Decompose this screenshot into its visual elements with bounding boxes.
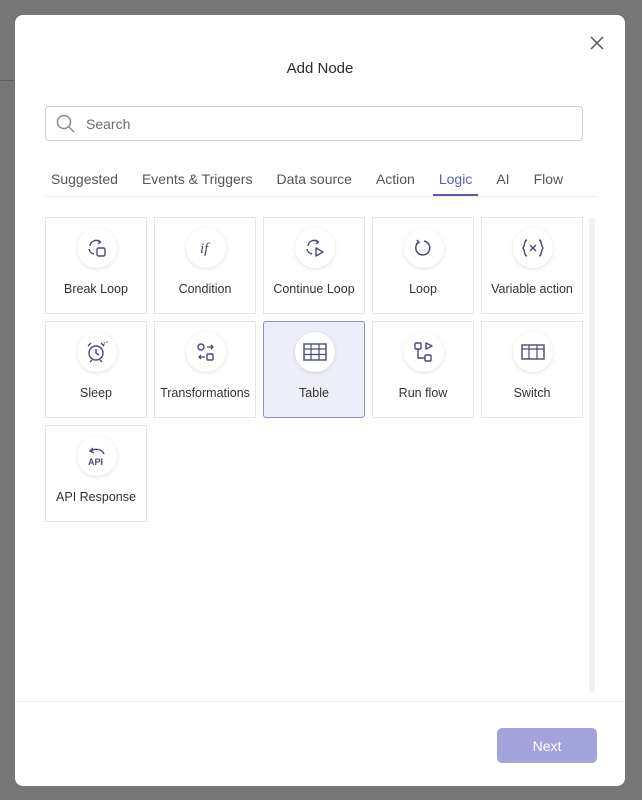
node-card-continue-loop[interactable]: Continue Loop <box>263 217 365 314</box>
close-icon <box>590 36 604 50</box>
condition-if-icon: if <box>200 241 210 257</box>
search-input[interactable] <box>86 115 582 132</box>
node-label: Table <box>299 386 329 400</box>
node-grid-scrollbar[interactable] <box>589 217 595 693</box>
table-icon <box>303 343 327 361</box>
tab-data-source[interactable]: Data source <box>270 171 357 195</box>
svg-text:z: z <box>106 340 108 344</box>
category-tabs: Suggested Events & Triggers Data source Act… <box>45 171 597 197</box>
node-label: API Response <box>56 490 136 504</box>
tab-logic[interactable]: Logic <box>432 171 479 196</box>
svg-text:if: if <box>200 241 210 257</box>
footer-divider <box>15 701 625 702</box>
tab-action[interactable]: Action <box>370 171 421 195</box>
node-card-loop[interactable]: Loop <box>372 217 474 314</box>
node-label: Transformations <box>160 386 250 400</box>
node-card-table[interactable]: Table <box>263 321 365 418</box>
modal-title: Add Node <box>286 60 354 77</box>
node-card-variable-action[interactable]: Variable action <box>481 217 583 314</box>
node-label: Sleep <box>80 386 112 400</box>
node-card-transformations[interactable]: Transformations <box>154 321 256 418</box>
search-icon <box>56 114 75 133</box>
loop-icon <box>415 239 431 256</box>
node-card-break-loop[interactable]: Break Loop <box>45 217 147 314</box>
node-label: Break Loop <box>64 282 128 296</box>
node-card-run-flow[interactable]: Run flow <box>372 321 474 418</box>
node-label: Switch <box>513 386 551 400</box>
node-label: Condition <box>178 282 232 296</box>
node-label: Variable action <box>491 282 573 296</box>
tab-events-triggers[interactable]: Events & Triggers <box>136 171 259 195</box>
node-card-api-response[interactable]: API API Response <box>45 425 147 522</box>
node-card-condition[interactable]: if Condition <box>154 217 256 314</box>
variable-icon <box>522 239 544 257</box>
backdrop-divider <box>0 80 14 81</box>
node-grid: Break Loop if Condition Continue Loop Lo… <box>45 217 597 703</box>
node-label: Continue Loop <box>273 282 355 296</box>
transformations-icon <box>197 343 214 361</box>
switch-icon <box>521 344 545 360</box>
node-card-switch[interactable]: Switch <box>481 321 583 418</box>
tab-flow[interactable]: Flow <box>528 171 570 195</box>
break-loop-icon <box>88 239 106 257</box>
close-button[interactable] <box>587 33 607 53</box>
search-box[interactable] <box>45 106 583 141</box>
node-label: Loop <box>409 282 437 296</box>
tab-suggested[interactable]: Suggested <box>45 171 124 195</box>
node-card-sleep[interactable]: z z Sleep <box>45 321 147 418</box>
alarm-clock-icon: z z <box>87 340 108 363</box>
api-response-icon: API <box>88 447 105 467</box>
run-flow-icon <box>414 342 433 362</box>
continue-loop-icon <box>306 239 324 257</box>
node-label: Run flow <box>398 386 448 400</box>
tab-ai[interactable]: AI <box>490 171 515 195</box>
svg-text:API: API <box>88 457 103 467</box>
next-button[interactable]: Next <box>497 728 597 763</box>
add-node-modal: Add Node Suggested Events & Triggers Data … <box>15 15 625 786</box>
